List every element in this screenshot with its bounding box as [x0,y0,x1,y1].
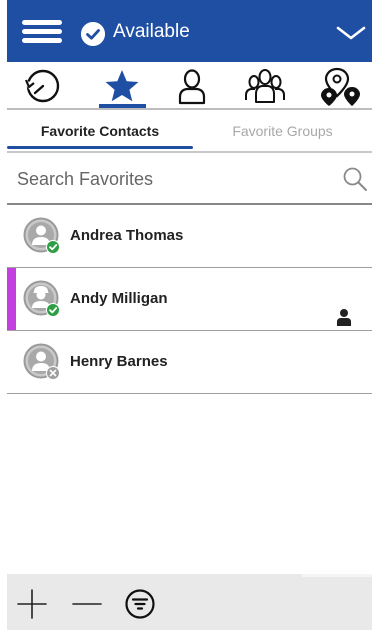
tab-favorite-groups[interactable]: Favorite Groups [193,111,372,151]
search-icon[interactable] [342,166,368,192]
subtab-active-indicator [7,146,193,149]
worker-avatar-icon [23,280,60,317]
main-tab-bar [7,62,372,108]
recents-icon[interactable] [21,66,65,106]
divider [7,108,372,110]
chevron-down-icon[interactable] [336,24,366,42]
presence-status-label[interactable]: Available [113,20,190,44]
toolbar-edge [302,574,372,577]
filter-icon[interactable] [124,588,156,620]
favorite-contacts-list: Andrea Thomas Andy Milligan Henry Barnes [7,205,372,394]
tab-favorite-contacts[interactable]: Favorite Contacts [7,111,193,151]
favorites-subtabs: Favorite Contacts Favorite Groups [7,111,372,153]
contact-row[interactable]: Andrea Thomas [7,205,372,268]
map-pins-icon[interactable] [319,66,363,106]
search-input[interactable] [15,162,337,196]
contact-name: Henry Barnes [70,353,168,370]
app-header: Available [7,0,372,62]
star-icon[interactable] [100,66,144,106]
contact-name: Andrea Thomas [70,227,184,244]
avatar-icon [23,343,60,380]
contact-name: Andy Milligan [70,290,168,307]
available-status-icon[interactable] [81,22,105,46]
groups-icon[interactable] [243,66,287,106]
person-icon [337,309,351,326]
add-icon[interactable] [16,588,48,620]
contact-row-selected[interactable]: Andy Milligan [7,268,372,331]
contact-row[interactable]: Henry Barnes [7,331,372,394]
remove-icon[interactable] [71,588,103,620]
avatar-icon [23,217,60,254]
divider [7,151,372,153]
search-bar [7,154,372,204]
contact-icon[interactable] [170,66,214,106]
menu-icon[interactable] [22,20,62,44]
bottom-toolbar [7,574,372,630]
